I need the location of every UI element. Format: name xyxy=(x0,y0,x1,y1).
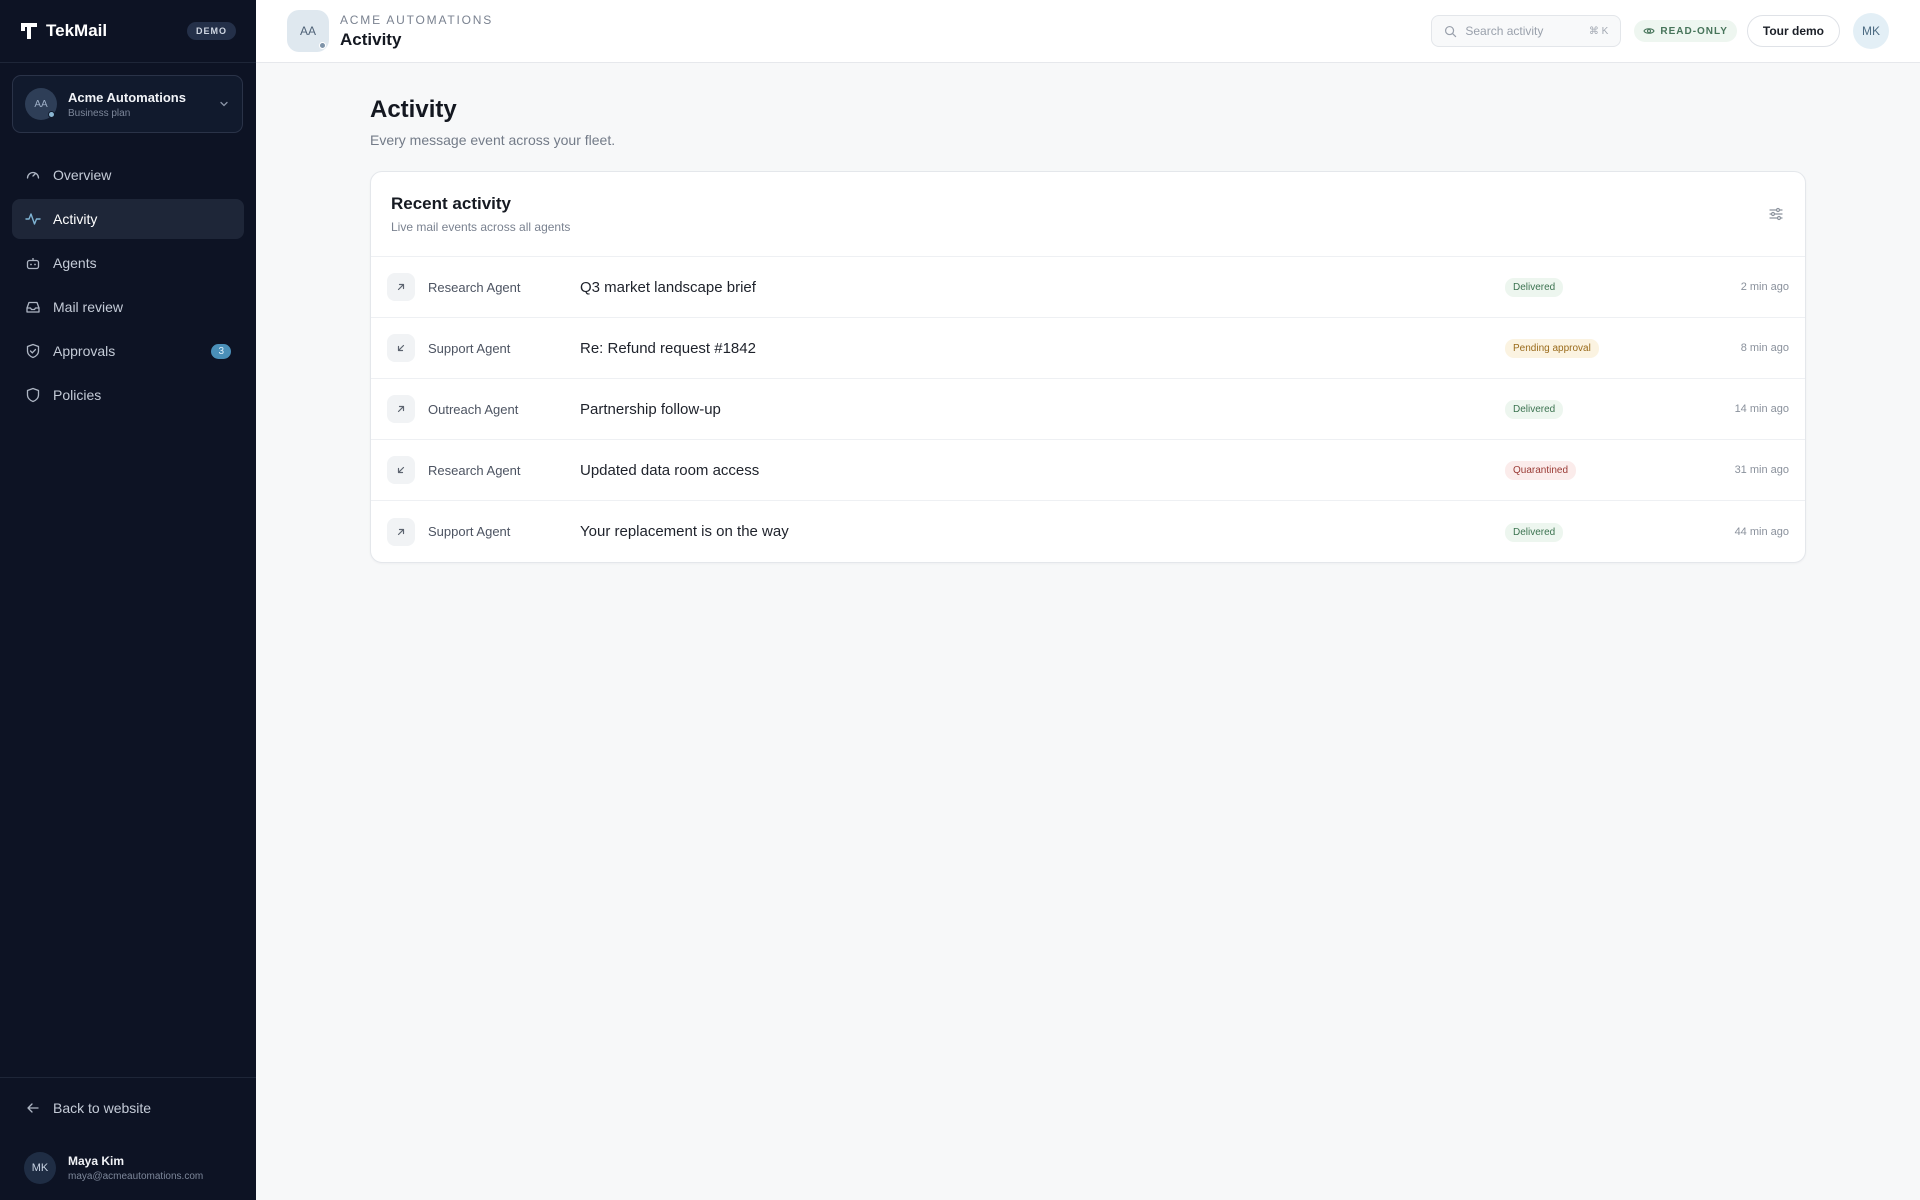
sidebar-nav: Overview Activity Agents Mail review App… xyxy=(0,155,256,415)
status-badge: Delivered xyxy=(1505,278,1564,297)
chevron-down-icon xyxy=(220,101,228,107)
org-avatar: AA xyxy=(25,88,57,120)
sliders-icon[interactable] xyxy=(1767,205,1785,223)
approvals-count-badge: 3 xyxy=(211,343,231,359)
header-title: Activity xyxy=(340,29,402,49)
top-header: AA ACME AUTOMATIONS Activity Search acti… xyxy=(256,0,1920,63)
sidebar-item-label: Agents xyxy=(53,255,97,271)
sidebar-item-label: Mail review xyxy=(53,299,124,315)
brand: TekMail DEMO xyxy=(0,0,256,63)
activity-list: Research Agent Q3 market landscape brief… xyxy=(371,257,1805,562)
search-input[interactable]: Search activity ⌘ K xyxy=(1431,15,1622,47)
search-placeholder: Search activity xyxy=(1465,24,1544,38)
user-avatar: MK xyxy=(24,1152,56,1184)
arrow-down-left-icon xyxy=(397,344,405,352)
arrow-up-right-icon xyxy=(397,528,405,535)
message-subject: Partnership follow-up xyxy=(580,400,721,418)
activity-row[interactable]: Support Agent Re: Refund request #1842 P… xyxy=(371,318,1805,379)
outbound-direction xyxy=(387,273,415,301)
sidebar-item-mail-review[interactable]: Mail review xyxy=(12,287,244,327)
inbound-direction xyxy=(387,456,415,484)
sidebar: TekMail DEMO AA Acme Automations Busines… xyxy=(0,0,256,1200)
back-to-website-link[interactable]: Back to website xyxy=(0,1078,256,1138)
arrow-up-right-icon xyxy=(397,283,405,291)
org-initials: AA xyxy=(34,98,48,110)
org-switcher[interactable]: AA Acme Automations Business plan xyxy=(12,75,243,133)
search-shortcut: ⌘ K xyxy=(1588,25,1609,37)
message-subject: Your replacement is on the way xyxy=(580,523,789,540)
status-badge: Quarantined xyxy=(1505,461,1577,480)
sidebar-footer: Back to website MK Maya Kim maya@acmeaut… xyxy=(0,1077,256,1200)
sidebar-item-label: Approvals xyxy=(53,343,116,359)
user-name: Maya Kim xyxy=(68,1154,125,1168)
tekmail-logo-icon xyxy=(21,23,37,39)
message-subject: Re: Refund request #1842 xyxy=(580,339,756,357)
read-only-badge: READ-ONLY xyxy=(1634,20,1737,42)
org-name: Acme Automations xyxy=(68,89,186,105)
sidebar-item-approvals[interactable]: Approvals 3 xyxy=(12,331,244,371)
timestamp: 2 min ago xyxy=(1740,281,1789,293)
card-title: Recent activity xyxy=(391,194,511,213)
sidebar-item-overview[interactable]: Overview xyxy=(12,155,244,195)
main-content: Activity Every message event across your… xyxy=(370,96,1806,563)
timestamp: 44 min ago xyxy=(1734,525,1789,538)
bot-icon xyxy=(26,258,40,270)
outbound-direction xyxy=(387,395,415,423)
agent-name: Research Agent xyxy=(428,462,521,478)
header-org-label: ACME AUTOMATIONS xyxy=(340,12,494,27)
agent-name: Support Agent xyxy=(428,340,511,356)
activity-icon xyxy=(25,213,41,225)
user-menu[interactable]: MK Maya Kim maya@acmeautomations.com xyxy=(0,1138,256,1198)
arrow-up-right-icon xyxy=(397,405,405,413)
card-subtitle: Live mail events across all agents xyxy=(391,220,571,234)
activity-row[interactable]: Research Agent Updated data room access … xyxy=(371,440,1805,501)
shield-check-icon xyxy=(26,343,40,359)
timestamp: 8 min ago xyxy=(1740,342,1789,354)
app-name: TekMail xyxy=(46,21,108,40)
search-icon xyxy=(1445,25,1457,37)
page-title: Activity xyxy=(370,96,457,123)
arrow-left-icon xyxy=(27,1103,39,1113)
agent-name: Outreach Agent xyxy=(428,401,519,417)
inbound-direction xyxy=(387,334,415,362)
org-status-dot xyxy=(48,111,55,118)
status-badge: Pending approval xyxy=(1505,339,1599,358)
user-email: maya@acmeautomations.com xyxy=(68,1171,204,1182)
tour-demo-button[interactable]: Tour demo xyxy=(1746,15,1840,47)
message-subject: Updated data room access xyxy=(580,461,760,479)
timestamp: 14 min ago xyxy=(1734,403,1789,415)
timestamp: 31 min ago xyxy=(1734,464,1789,476)
agent-name: Support Agent xyxy=(428,524,511,539)
inbox-icon xyxy=(26,301,40,313)
sidebar-item-label: Overview xyxy=(53,167,112,183)
activity-row[interactable]: Support Agent Your replacement is on the… xyxy=(371,501,1805,562)
org-initials-header: AA xyxy=(299,24,316,38)
sidebar-item-policies[interactable]: Policies xyxy=(12,375,244,415)
agent-name: Research Agent xyxy=(428,279,521,295)
gauge-icon xyxy=(26,171,40,179)
activity-row[interactable]: Outreach Agent Partnership follow-up Del… xyxy=(371,379,1805,440)
read-only-label: READ-ONLY xyxy=(1660,25,1728,37)
demo-badge: DEMO xyxy=(187,22,236,40)
arrow-down-left-icon xyxy=(397,466,405,474)
sidebar-item-activity[interactable]: Activity xyxy=(12,199,244,239)
sidebar-item-label: Activity xyxy=(53,211,98,227)
eye-icon xyxy=(1643,28,1655,34)
page-subtitle: Every message event across your fleet. xyxy=(370,132,616,148)
activity-row[interactable]: Research Agent Q3 market landscape brief… xyxy=(371,257,1805,318)
shield-icon xyxy=(26,387,40,403)
org-status-dot-header xyxy=(319,42,326,49)
org-plan: Business plan xyxy=(68,107,131,119)
card-header: Recent activity Live mail events across … xyxy=(371,172,1805,257)
status-badge: Delivered xyxy=(1505,522,1564,542)
header-user-avatar[interactable]: MK xyxy=(1853,13,1889,49)
sidebar-item-label: Policies xyxy=(53,387,102,403)
sidebar-item-agents[interactable]: Agents xyxy=(12,243,244,283)
recent-activity-card: Recent activity Live mail events across … xyxy=(370,171,1806,563)
message-subject: Q3 market landscape brief xyxy=(580,278,756,296)
status-badge: Delivered xyxy=(1505,400,1564,419)
outbound-direction xyxy=(387,517,415,546)
back-to-website-label: Back to website xyxy=(53,1100,152,1116)
org-avatar-header: AA xyxy=(287,10,329,52)
